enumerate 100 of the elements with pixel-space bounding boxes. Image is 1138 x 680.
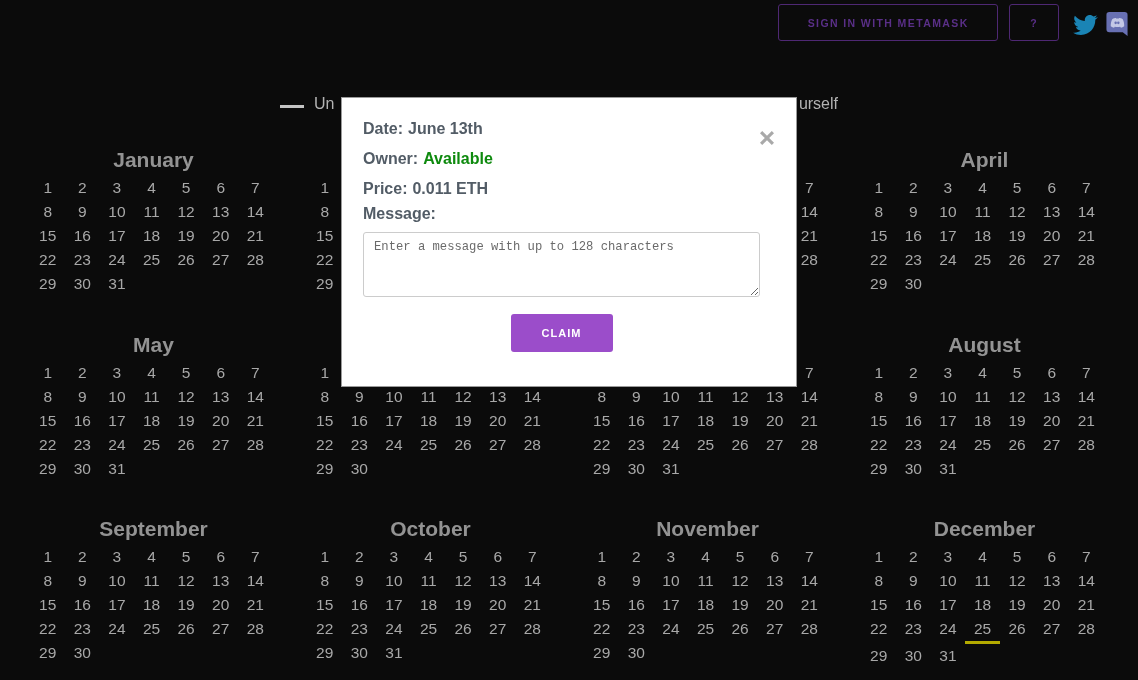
calendar-day[interactable]: 1 (307, 360, 342, 385)
calendar-day[interactable]: 21 (1069, 224, 1104, 248)
calendar-day[interactable]: 11 (134, 384, 169, 409)
calendar-day[interactable]: 29 (584, 456, 619, 481)
calendar-day[interactable]: 16 (65, 408, 100, 433)
calendar-day[interactable]: 18 (965, 593, 1000, 617)
calendar-day[interactable]: 15 (584, 593, 619, 617)
calendar-day[interactable]: 25 (965, 617, 1000, 644)
calendar-day[interactable]: 20 (203, 593, 238, 617)
calendar-day[interactable]: 18 (134, 224, 169, 248)
calendar-day[interactable]: 21 (515, 593, 550, 617)
calendar-day[interactable]: 15 (307, 408, 342, 433)
calendar-day[interactable]: 26 (445, 432, 481, 457)
calendar-day[interactable]: 6 (757, 545, 792, 569)
calendar-day[interactable]: 5 (999, 360, 1035, 385)
calendar-day[interactable]: 4 (134, 176, 169, 200)
calendar-day[interactable]: 16 (619, 593, 654, 617)
calendar-day[interactable]: 20 (1034, 224, 1069, 248)
calendar-day[interactable]: 8 (30, 569, 65, 593)
calendar-day[interactable]: 9 (65, 384, 100, 409)
calendar-day[interactable]: 8 (861, 200, 896, 224)
calendar-day[interactable]: 27 (480, 617, 515, 641)
calendar-day[interactable]: 17 (99, 593, 135, 617)
calendar-day[interactable]: 16 (619, 408, 654, 433)
calendar-day[interactable]: 16 (896, 408, 931, 433)
calendar-day[interactable]: 31 (930, 456, 966, 481)
calendar-day[interactable]: 6 (480, 545, 515, 569)
calendar-day[interactable]: 3 (99, 545, 135, 569)
calendar-day[interactable]: 12 (445, 384, 481, 409)
calendar-day[interactable]: 14 (238, 200, 273, 224)
calendar-day[interactable]: 26 (168, 248, 204, 272)
calendar-day[interactable]: 10 (930, 384, 966, 409)
calendar-day[interactable]: 4 (411, 545, 446, 569)
calendar-day[interactable]: 19 (999, 408, 1035, 433)
calendar-day[interactable]: 27 (203, 432, 238, 457)
calendar-day[interactable]: 20 (203, 224, 238, 248)
calendar-day[interactable]: 3 (930, 360, 966, 385)
calendar-day[interactable]: 29 (861, 456, 896, 481)
calendar-day[interactable]: 22 (584, 432, 619, 457)
calendar-day[interactable]: 1 (30, 176, 65, 200)
calendar-day[interactable]: 19 (722, 408, 758, 433)
calendar-day[interactable]: 15 (307, 593, 342, 617)
calendar-day[interactable]: 5 (168, 545, 204, 569)
calendar-day[interactable]: 3 (99, 176, 135, 200)
calendar-day[interactable]: 24 (99, 617, 135, 641)
calendar-day[interactable]: 16 (896, 593, 931, 617)
calendar-day[interactable]: 7 (792, 545, 827, 569)
calendar-day[interactable]: 6 (1034, 360, 1069, 385)
calendar-day[interactable]: 18 (965, 224, 1000, 248)
calendar-day[interactable]: 3 (376, 545, 412, 569)
calendar-day[interactable]: 4 (688, 545, 723, 569)
calendar-day[interactable]: 20 (1034, 593, 1069, 617)
calendar-day[interactable]: 14 (515, 569, 550, 593)
calendar-day[interactable]: 30 (619, 456, 654, 481)
calendar-day[interactable]: 28 (1069, 248, 1104, 272)
calendar-day[interactable]: 26 (722, 432, 758, 457)
calendar-day[interactable]: 3 (930, 545, 966, 569)
calendar-day[interactable]: 29 (584, 641, 619, 665)
calendar-day[interactable]: 30 (896, 272, 931, 296)
calendar-day[interactable]: 31 (99, 272, 135, 296)
calendar-day[interactable]: 22 (30, 617, 65, 641)
calendar-day[interactable]: 25 (134, 617, 169, 641)
calendar-day[interactable]: 11 (965, 384, 1000, 409)
calendar-day[interactable]: 28 (792, 617, 827, 641)
calendar-day[interactable]: 14 (1069, 200, 1104, 224)
calendar-day[interactable]: 7 (515, 545, 550, 569)
calendar-day[interactable]: 26 (168, 432, 204, 457)
calendar-day[interactable]: 17 (653, 408, 689, 433)
calendar-day[interactable]: 12 (722, 569, 758, 593)
calendar-day[interactable]: 2 (896, 176, 931, 200)
calendar-day[interactable]: 11 (134, 569, 169, 593)
calendar-day[interactable]: 19 (722, 593, 758, 617)
calendar-day[interactable]: 28 (238, 248, 273, 272)
calendar-day[interactable]: 9 (896, 384, 931, 409)
calendar-day[interactable]: 25 (411, 432, 446, 457)
calendar-day[interactable]: 10 (653, 384, 689, 409)
calendar-day[interactable]: 15 (307, 224, 342, 248)
calendar-day[interactable]: 20 (757, 593, 792, 617)
calendar-day[interactable]: 12 (445, 569, 481, 593)
calendar-day[interactable]: 20 (757, 408, 792, 433)
calendar-day[interactable]: 23 (896, 617, 931, 641)
calendar-day[interactable]: 7 (238, 360, 273, 385)
calendar-day[interactable]: 3 (99, 360, 135, 385)
calendar-day[interactable]: 26 (999, 617, 1035, 641)
calendar-day[interactable]: 10 (99, 200, 135, 224)
calendar-day[interactable]: 8 (30, 200, 65, 224)
calendar-day[interactable]: 8 (30, 384, 65, 409)
calendar-day[interactable]: 5 (999, 545, 1035, 569)
calendar-day[interactable]: 30 (65, 641, 100, 665)
calendar-day[interactable]: 23 (896, 248, 931, 272)
calendar-day[interactable]: 13 (757, 384, 792, 409)
message-field[interactable]: Enter a message with up to 128 characters (363, 232, 760, 297)
calendar-day[interactable]: 4 (134, 545, 169, 569)
calendar-day[interactable]: 26 (445, 617, 481, 641)
calendar-day[interactable]: 31 (376, 641, 412, 665)
calendar-day[interactable]: 5 (168, 360, 204, 385)
calendar-day[interactable]: 7 (1069, 176, 1104, 200)
calendar-day[interactable]: 6 (1034, 545, 1069, 569)
calendar-day[interactable]: 24 (653, 617, 689, 641)
calendar-day[interactable]: 18 (411, 408, 446, 433)
